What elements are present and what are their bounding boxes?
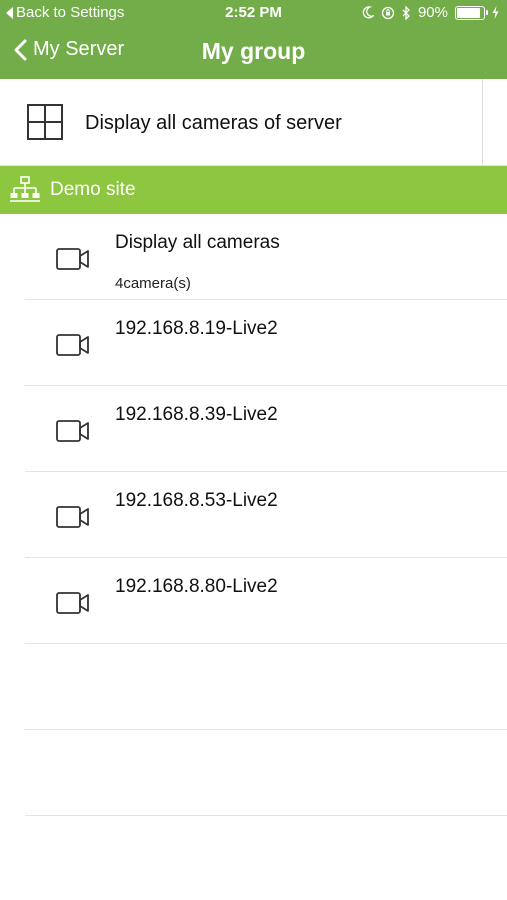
list-item-camera[interactable]: 192.168.8.53-Live2 [0,472,507,558]
navigation-bar: My Server My group [0,28,507,79]
camera-name: 192.168.8.53-Live2 [115,490,278,511]
site-name: Demo site [50,179,136,200]
rotation-lock-icon [381,6,395,19]
grid-view-icon [27,104,63,140]
video-camera-icon [56,248,89,270]
battery-percent: 90% [417,4,448,21]
display-all-server-cameras-label: Display all cameras of server [85,112,342,134]
list-item-camera[interactable]: 192.168.8.39-Live2 [0,386,507,472]
empty-list-row [0,644,507,730]
list-item-title: Display all cameras [115,232,280,253]
status-indicators: 90% [362,4,499,21]
vertical-divider [482,79,483,166]
moon-icon [362,6,374,19]
display-all-server-cameras-row[interactable]: Display all cameras of server [0,79,507,166]
list-item-camera[interactable]: 192.168.8.80-Live2 [0,558,507,644]
empty-list-row [0,816,507,900]
network-tree-icon [10,176,40,202]
camera-name: 192.168.8.80-Live2 [115,576,278,597]
page-title: My group [201,38,306,64]
video-camera-icon [56,506,89,528]
camera-name: 192.168.8.19-Live2 [115,318,278,339]
charging-bolt-icon [492,6,499,19]
camera-list: Display all cameras 4camera(s) 192.168.8… [0,214,507,900]
list-item-camera[interactable]: 192.168.8.19-Live2 [0,300,507,386]
camera-count: 4camera(s) [115,275,191,292]
empty-list-row [0,730,507,816]
camera-name: 192.168.8.39-Live2 [115,404,278,425]
video-camera-icon [56,592,89,614]
battery-fill [457,7,481,18]
site-header[interactable]: Demo site [0,166,507,214]
video-camera-icon [56,334,89,356]
list-item-display-all-cameras[interactable]: Display all cameras 4camera(s) [0,214,507,300]
status-bar: Back to Settings 2:52 PM 90% [0,0,507,28]
bluetooth-icon [402,5,410,20]
video-camera-icon [56,420,89,442]
battery-icon [455,5,488,20]
